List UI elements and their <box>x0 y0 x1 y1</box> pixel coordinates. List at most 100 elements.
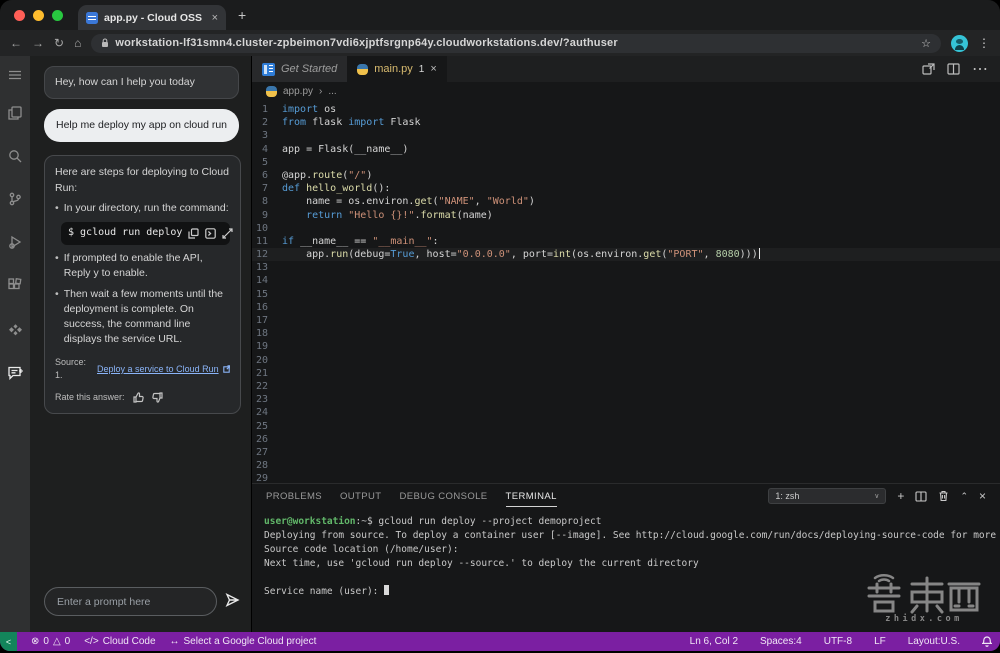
close-window-button[interactable] <box>14 10 25 21</box>
code-token: os <box>318 103 336 116</box>
reload-icon[interactable]: ↻ <box>54 37 64 49</box>
chat-assistant-icon[interactable] <box>0 359 30 387</box>
code-line: 14 <box>252 274 1000 287</box>
terminal-line: Deploying from source. To deploy a conta… <box>264 529 1000 543</box>
line-number: 1 <box>252 103 282 116</box>
open-in-editor-icon[interactable] <box>222 228 233 239</box>
new-terminal-icon[interactable]: + <box>897 490 904 502</box>
code-token: return <box>306 209 342 222</box>
command-text: $ gcloud run deploy <box>68 226 182 241</box>
line-number: 13 <box>252 261 282 274</box>
send-icon[interactable] <box>225 593 240 610</box>
source-control-icon[interactable] <box>0 185 30 213</box>
notifications-bell-icon[interactable] <box>982 636 992 647</box>
home-icon[interactable]: ⌂ <box>74 37 81 49</box>
eol-sequence[interactable]: LF <box>874 636 886 647</box>
answer-bullet-wait: • Then wait a few moments until the depl… <box>55 287 230 348</box>
thumbs-up-icon[interactable] <box>133 392 144 403</box>
profile-avatar[interactable] <box>951 35 968 52</box>
code-line: 16 <box>252 301 1000 314</box>
encoding[interactable]: UTF-8 <box>824 636 852 647</box>
tab-close-icon[interactable]: × <box>430 63 436 75</box>
maximize-window-button[interactable] <box>52 10 63 21</box>
cursor-position[interactable]: Ln 6, Col 2 <box>690 636 738 647</box>
browser-menu-icon[interactable]: ⋮ <box>978 36 990 50</box>
breadcrumb[interactable]: app.py › ... <box>252 82 1000 100</box>
terminal-line: user@workstation:~$ gcloud run deploy --… <box>264 515 1000 529</box>
terminal-line: Service name (user): <box>264 585 1000 599</box>
errors-count: 0 <box>43 636 49 647</box>
code-token: int <box>553 248 571 261</box>
terminal-text: Service name (user): <box>264 586 384 597</box>
line-number: 23 <box>252 393 282 406</box>
line-number: 9 <box>252 209 282 222</box>
code-line: 18 <box>252 327 1000 340</box>
back-icon[interactable]: ← <box>10 37 22 49</box>
code-token: run <box>330 248 348 261</box>
run-debug-icon[interactable] <box>0 228 30 256</box>
tab-output[interactable]: OUTPUT <box>340 486 381 506</box>
kill-terminal-icon[interactable] <box>938 490 949 502</box>
tab-debug-console[interactable]: DEBUG CONSOLE <box>399 486 487 506</box>
panel-tab-bar: PROBLEMS OUTPUT DEBUG CONSOLE TERMINAL 1… <box>252 483 1000 508</box>
thumbs-down-icon[interactable] <box>152 392 163 403</box>
close-panel-icon[interactable]: × <box>979 490 986 502</box>
address-bar[interactable]: workstation-lf31smn4.cluster-zpbeimon7vd… <box>91 34 941 53</box>
code-line: 2from flask import Flask <box>252 116 1000 129</box>
tab-terminal[interactable]: TERMINAL <box>506 486 557 507</box>
prompt-input[interactable] <box>44 587 217 616</box>
insert-terminal-icon[interactable] <box>205 228 216 239</box>
code-line: 23 <box>252 393 1000 406</box>
indentation[interactable]: Spaces:4 <box>760 636 802 647</box>
minimize-window-button[interactable] <box>33 10 44 21</box>
split-editor-icon[interactable] <box>947 63 960 75</box>
browser-tab[interactable]: app.py - Cloud OSS × <box>78 5 226 30</box>
source-link[interactable]: Deploy a service to Cloud Run <box>97 363 219 376</box>
line-number: 4 <box>252 143 282 156</box>
terminal[interactable]: user@workstation:~$ gcloud run deploy --… <box>252 508 1000 632</box>
more-actions-icon[interactable]: ⋯ <box>972 59 988 79</box>
tab-get-started[interactable]: Get Started <box>252 56 347 82</box>
code-line: 21 <box>252 367 1000 380</box>
project-picker[interactable]: ↔ Select a Google Cloud project <box>170 636 317 647</box>
cloud-code-status[interactable]: </> Cloud Code <box>84 636 155 647</box>
tab-close-icon[interactable]: × <box>212 12 218 24</box>
run-preview-icon[interactable] <box>922 63 935 76</box>
terminal-text: Deploying from source. To deploy a conta… <box>264 530 1000 541</box>
code-token: (name) <box>457 209 493 222</box>
line-number: 8 <box>252 195 282 208</box>
extensions-icon[interactable] <box>0 271 30 299</box>
keyboard-layout[interactable]: Layout:U.S. <box>908 636 960 647</box>
code-token: "PORT" <box>667 248 703 261</box>
split-terminal-icon[interactable] <box>915 491 927 502</box>
code-line: 6@app.route("/") <box>252 169 1000 182</box>
forward-icon[interactable]: → <box>32 37 44 49</box>
new-tab-button[interactable]: + <box>238 7 246 23</box>
line-number: 19 <box>252 340 282 353</box>
code-editor[interactable]: 1import os2from flask import Flask34app … <box>252 100 1000 483</box>
get-started-icon <box>262 63 275 76</box>
window-controls[interactable] <box>14 10 63 21</box>
bookmark-star-icon[interactable]: ☆ <box>921 37 931 50</box>
search-icon[interactable] <box>0 142 30 170</box>
line-number: 3 <box>252 129 282 142</box>
code-line: 22 <box>252 380 1000 393</box>
code-line: 12 app.run(debug=True, host="0.0.0.0", p… <box>252 248 1000 261</box>
editor-tab-bar: Get Started main.py 1 × ⋯ <box>252 56 1000 82</box>
tab-problems[interactable]: PROBLEMS <box>266 486 322 506</box>
code-token: (debug= <box>348 248 390 261</box>
cloud-code-activity-icon[interactable] <box>0 316 30 344</box>
bullet-text: If prompted to enable the API, Reply y t… <box>64 251 230 281</box>
code-line: 3 <box>252 129 1000 142</box>
code-token: "__main__" <box>372 235 432 248</box>
menu-icon[interactable] <box>0 61 30 89</box>
tab-main-py[interactable]: main.py 1 × <box>347 56 447 82</box>
shell-select[interactable]: 1: zsh ∨ <box>768 488 886 504</box>
problems-status[interactable]: ⊗ 0 △ 0 <box>31 636 70 647</box>
swap-icon: ↔ <box>170 636 180 647</box>
remote-indicator[interactable]: < <box>0 632 17 651</box>
maximize-panel-icon[interactable]: ⌃ <box>960 492 968 501</box>
copy-icon[interactable] <box>188 228 199 239</box>
code-line: 1import os <box>252 103 1000 116</box>
explorer-icon[interactable] <box>0 99 30 127</box>
